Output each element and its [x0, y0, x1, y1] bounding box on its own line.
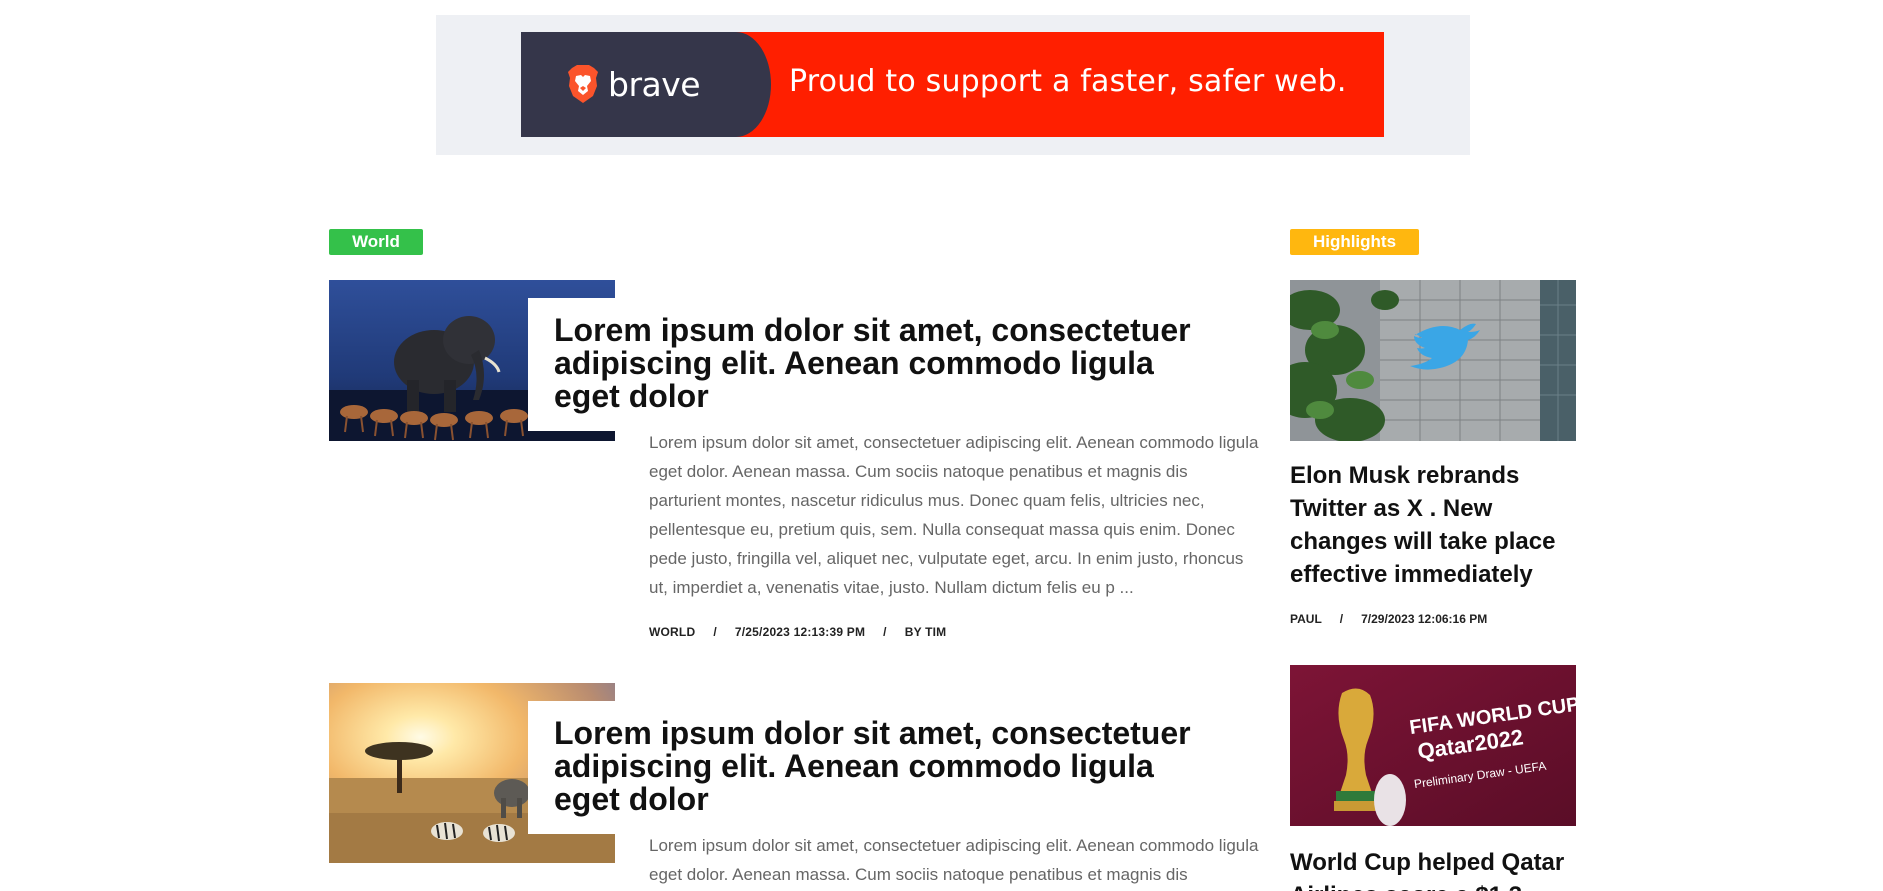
meta-separator: /: [883, 625, 887, 639]
article-card: Lorem ipsum dolor sit amet, consectetuer…: [329, 683, 1259, 891]
highlight-card: Elon Musk rebrands Twitter as X . New ch…: [1290, 280, 1576, 626]
highlight-title[interactable]: World Cup helped Qatar Airlines score a …: [1290, 846, 1576, 891]
article-meta: WORLD / 7/25/2023 12:13:39 PM / BY TIM: [649, 625, 946, 639]
brave-ad-banner[interactable]: brave Proud to support a faster, safer w…: [521, 32, 1384, 137]
article-excerpt: Lorem ipsum dolor sit amet, consectetuer…: [649, 433, 1259, 597]
ad-brand-panel: brave: [521, 32, 771, 137]
highlight-meta: PAUL / 7/29/2023 12:06:16 PM: [1290, 612, 1576, 626]
article-title[interactable]: Lorem ipsum dolor sit amet, consectetuer…: [554, 312, 1191, 414]
article-title-box: Lorem ipsum dolor sit amet, consectetuer…: [528, 298, 1208, 431]
highlight-card: FIFA WORLD CUP Qatar2022 Preliminary Dra…: [1290, 665, 1576, 891]
article-date: 7/25/2023 12:13:39 PM: [734, 625, 866, 639]
world-category-badge[interactable]: World: [329, 229, 423, 255]
meta-separator: /: [1339, 612, 1344, 626]
highlight-title[interactable]: Elon Musk rebrands Twitter as X . New ch…: [1290, 459, 1576, 591]
article-author-link[interactable]: BY TIM: [905, 625, 947, 639]
twitter-building-image: [1290, 280, 1576, 441]
highlights-category-badge[interactable]: Highlights: [1290, 229, 1419, 255]
highlight-thumbnail[interactable]: [1290, 280, 1576, 441]
highlight-thumbnail[interactable]: FIFA WORLD CUP Qatar2022 Preliminary Dra…: [1290, 665, 1576, 826]
ad-banner-container: brave Proud to support a faster, safer w…: [436, 15, 1470, 155]
article-title[interactable]: Lorem ipsum dolor sit amet, consectetuer…: [554, 715, 1191, 817]
article-title-box: Lorem ipsum dolor sit amet, consectetuer…: [528, 701, 1208, 834]
highlight-author-link[interactable]: PAUL: [1290, 612, 1322, 626]
article-category-link[interactable]: WORLD: [649, 625, 695, 639]
article-excerpt: Lorem ipsum dolor sit amet, consectetuer…: [649, 836, 1259, 884]
meta-separator: /: [713, 625, 717, 639]
ad-tagline: Proud to support a faster, safer web.: [789, 64, 1347, 99]
highlight-date: 7/29/2023 12:06:16 PM: [1361, 612, 1488, 626]
brave-logo: brave: [566, 64, 701, 104]
world-cup-trophy-image: FIFA WORLD CUP Qatar2022 Preliminary Dra…: [1290, 665, 1576, 826]
ad-brand-name: brave: [608, 64, 701, 104]
brave-lion-icon: [568, 65, 598, 103]
article-card: Lorem ipsum dolor sit amet, consectetuer…: [329, 280, 1259, 650]
